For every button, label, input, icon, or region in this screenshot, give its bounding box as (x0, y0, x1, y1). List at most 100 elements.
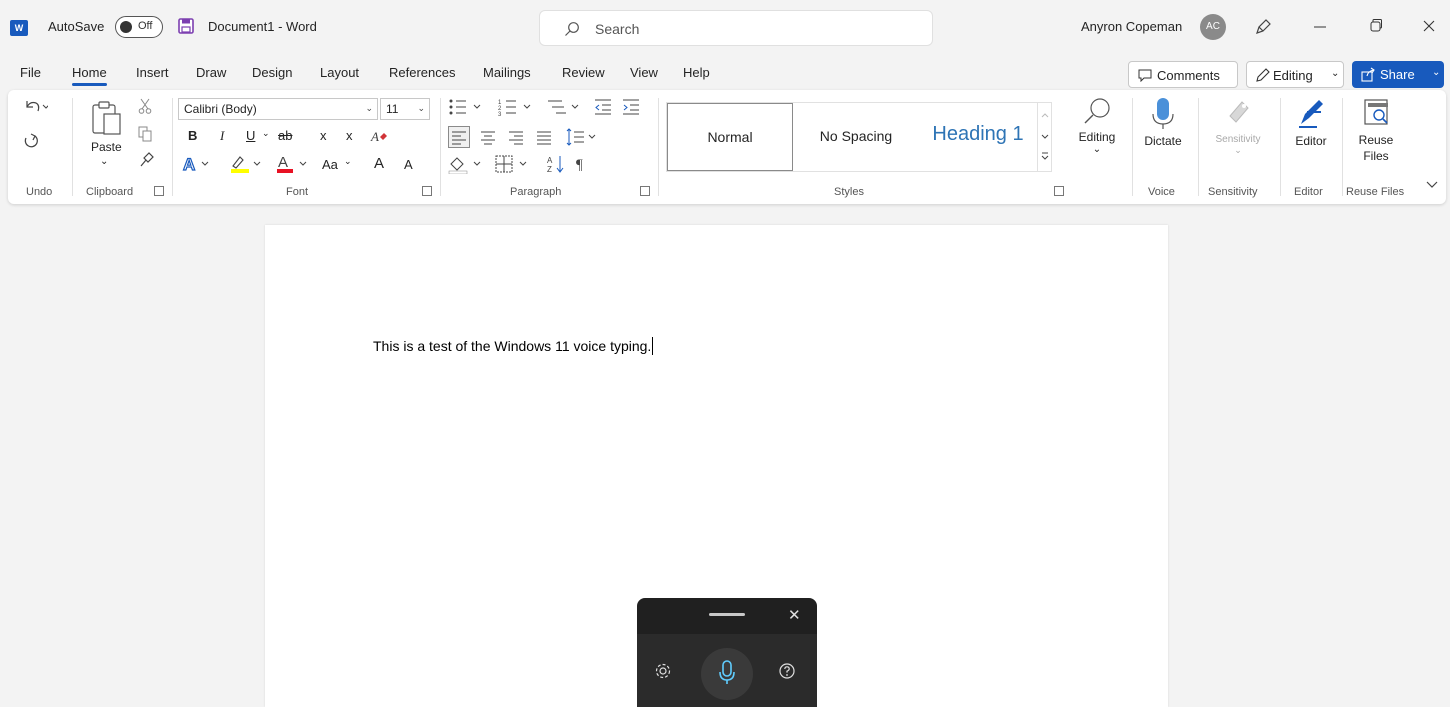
shrink-font-button[interactable]: A (404, 157, 413, 172)
justify-icon[interactable] (534, 127, 554, 147)
copy-icon[interactable] (138, 126, 152, 142)
dictate-button[interactable]: Dictate (1138, 96, 1188, 148)
tab-file[interactable]: File (20, 65, 41, 80)
bullets-icon[interactable] (448, 98, 488, 116)
microphone-button[interactable] (701, 648, 753, 700)
voice-typing-panel: ✕ (637, 598, 817, 707)
paragraph-mark-icon[interactable]: ¶ (574, 154, 590, 174)
grow-font-button[interactable]: A (374, 155, 384, 172)
tab-draw[interactable]: Draw (196, 65, 226, 80)
text-effects-icon[interactable]: A (182, 154, 210, 174)
avatar[interactable]: AC (1200, 14, 1226, 40)
group-divider (1198, 98, 1199, 196)
undo-icon[interactable] (22, 98, 48, 116)
bold-button[interactable]: B (188, 128, 197, 143)
find-icon (1084, 98, 1110, 124)
user-name[interactable]: Anyron Copeman (1081, 19, 1182, 34)
reuse-files-button[interactable]: Reuse Files (1348, 96, 1404, 164)
increase-indent-icon[interactable] (622, 98, 640, 116)
search-box[interactable]: Search (539, 10, 933, 46)
font-color-icon[interactable]: A (276, 154, 308, 174)
minimize-icon[interactable] (1313, 16, 1327, 36)
underline-button[interactable]: U (246, 128, 255, 143)
tab-view[interactable]: View (630, 65, 658, 80)
italic-button[interactable]: I (220, 128, 224, 144)
borders-icon[interactable] (494, 154, 534, 174)
font-size-select[interactable]: 11 ⌄ (380, 98, 430, 120)
format-painter-icon[interactable] (138, 152, 154, 168)
tab-design[interactable]: Design (252, 65, 292, 80)
sensitivity-label: Sensitivity (1215, 134, 1261, 145)
styles-launcher-icon[interactable] (1054, 186, 1064, 196)
numbering-icon[interactable]: 123 (498, 98, 538, 116)
help-icon[interactable] (778, 662, 796, 680)
close-icon[interactable]: ✕ (788, 606, 801, 624)
pen-icon[interactable] (1254, 18, 1272, 36)
toggle-knob (120, 21, 132, 33)
collapse-ribbon-icon[interactable] (1426, 180, 1438, 190)
style-heading-1[interactable]: Heading 1 (919, 103, 1037, 171)
autosave-toggle[interactable]: Off (115, 16, 163, 38)
style-no-spacing-label: No Spacing (819, 128, 893, 144)
clipboard-launcher-icon[interactable] (154, 186, 164, 196)
tab-mailings[interactable]: Mailings (483, 65, 531, 80)
chevron-down-icon[interactable]: ⌄ (262, 128, 270, 139)
svg-text:A: A (370, 129, 379, 144)
comments-button[interactable]: Comments (1128, 61, 1238, 88)
shading-icon[interactable] (448, 154, 488, 174)
multilevel-list-icon[interactable] (546, 98, 586, 116)
highlight-icon[interactable] (230, 154, 262, 174)
align-right-icon[interactable] (506, 127, 526, 147)
change-case-button[interactable]: Aa (322, 157, 338, 172)
align-center-icon[interactable] (478, 127, 498, 147)
font-launcher-icon[interactable] (422, 186, 432, 196)
editing-button[interactable]: Editing ⌄ (1072, 96, 1122, 155)
subscript-button[interactable]: x (320, 128, 327, 143)
svg-text:¶: ¶ (576, 157, 583, 173)
align-left-button[interactable] (448, 126, 470, 148)
editing-mode-button[interactable]: Editing ⌄ (1246, 61, 1344, 88)
group-label-styles: Styles (834, 186, 864, 198)
restore-icon[interactable] (1369, 16, 1383, 36)
gear-icon[interactable] (654, 662, 672, 680)
group-label-reuse-files: Reuse Files (1346, 186, 1405, 198)
paste-label[interactable]: Paste (91, 140, 122, 154)
align-left-icon (452, 131, 466, 145)
tab-insert[interactable]: Insert (136, 65, 169, 80)
autosave-label: AutoSave (48, 19, 105, 34)
editor-button[interactable]: Editor (1286, 96, 1336, 148)
tab-references[interactable]: References (389, 65, 455, 80)
reuse-files-icon (1364, 99, 1388, 125)
font-name-select[interactable]: Calibri (Body) ⌄ (178, 98, 378, 120)
group-divider (440, 98, 441, 196)
comments-label: Comments (1157, 68, 1220, 83)
line-spacing-icon[interactable] (564, 127, 600, 147)
strikethrough-button[interactable]: ab (278, 128, 292, 143)
paragraph-launcher-icon[interactable] (640, 186, 650, 196)
sensitivity-button: Sensitivity ⌄ (1202, 96, 1274, 156)
superscript-button[interactable]: x (346, 128, 353, 143)
chevron-down-icon[interactable]: ⌄ (344, 156, 352, 167)
save-icon[interactable] (178, 18, 194, 34)
style-no-spacing[interactable]: No Spacing (793, 103, 919, 171)
clear-formatting-icon[interactable]: A (370, 128, 388, 144)
chevron-down-icon[interactable]: ⌄ (100, 156, 108, 167)
tab-help[interactable]: Help (683, 65, 710, 80)
close-icon[interactable] (1422, 16, 1436, 36)
share-button[interactable]: Share ⌄ (1352, 61, 1444, 88)
drag-handle[interactable] (709, 613, 745, 616)
tab-layout[interactable]: Layout (320, 65, 359, 80)
styles-scroll[interactable] (1037, 103, 1052, 171)
paste-icon[interactable] (90, 100, 122, 136)
decrease-indent-icon[interactable] (594, 98, 612, 116)
reuse-label: Reuse (1358, 133, 1394, 147)
document-body[interactable]: This is a test of the Windows 11 voice t… (373, 337, 654, 355)
title-bar: W AutoSave Off Document1 - Word Search A… (0, 0, 1450, 56)
tab-home[interactable]: Home (72, 65, 107, 86)
chevron-down-icon: ⌄ (1234, 145, 1242, 155)
cut-icon[interactable] (138, 98, 152, 114)
sort-icon[interactable]: AZ (546, 154, 566, 174)
style-normal[interactable]: Normal (667, 103, 793, 171)
redo-icon[interactable] (22, 132, 40, 150)
tab-review[interactable]: Review (562, 65, 605, 80)
